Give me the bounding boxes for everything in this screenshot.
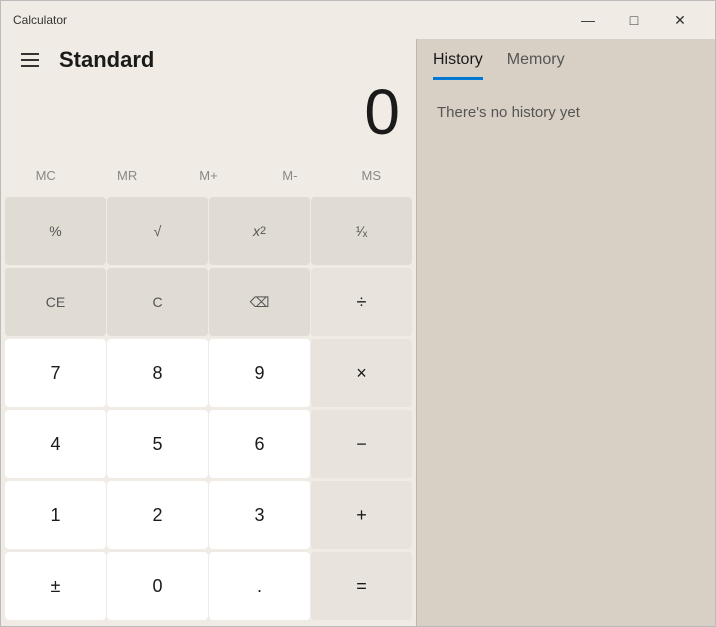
square-button[interactable]: x2 [209,197,310,265]
three-button[interactable]: 3 [209,481,310,549]
minimize-button[interactable]: — [565,1,611,39]
window-title: Calculator [13,13,565,27]
tab-history[interactable]: History [433,51,483,80]
maximize-button[interactable]: □ [611,1,657,39]
five-button[interactable]: 5 [107,410,208,478]
memory-recall-button[interactable]: MR [86,155,167,195]
multiply-button[interactable]: × [311,339,412,407]
calc-title: Standard [59,47,154,73]
title-bar: Calculator — □ ✕ [1,1,715,39]
memory-clear-button[interactable]: MC [5,155,86,195]
zero-button[interactable]: 0 [107,552,208,620]
subtract-button[interactable]: − [311,410,412,478]
window-controls: — □ ✕ [565,1,703,39]
four-button[interactable]: 4 [5,410,106,478]
ce-button[interactable]: CE [5,268,106,336]
eight-button[interactable]: 8 [107,339,208,407]
calc-display: 0 [1,77,416,155]
add-button[interactable]: + [311,481,412,549]
memory-plus-button[interactable]: M+ [168,155,249,195]
calc-header: Standard [1,39,416,77]
right-panel-content: There's no history yet [417,80,715,626]
tab-memory[interactable]: Memory [507,51,565,80]
equals-button[interactable]: = [311,552,412,620]
backspace-button[interactable]: ⌫ [209,268,310,336]
decimal-button[interactable]: . [209,552,310,620]
sqrt-button[interactable]: √ [107,197,208,265]
main-content: Standard 0 MC MR M+ M- MS % √ x2 ¹∕ₓ CE [1,39,715,626]
button-grid: % √ x2 ¹∕ₓ CE C ⌫ ÷ 7 8 9 × 4 5 6 − 1 2 … [1,197,416,626]
display-number: 0 [17,77,400,147]
memory-minus-button[interactable]: M- [249,155,330,195]
hamburger-menu-button[interactable] [17,49,43,71]
memory-row: MC MR M+ M- MS [1,155,416,195]
no-history-message: There's no history yet [437,104,580,121]
close-button[interactable]: ✕ [657,1,703,39]
six-button[interactable]: 6 [209,410,310,478]
one-button[interactable]: 1 [5,481,106,549]
nine-button[interactable]: 9 [209,339,310,407]
tabs: History Memory [417,39,715,80]
memory-store-button[interactable]: MS [331,155,412,195]
divide-button[interactable]: ÷ [311,268,412,336]
seven-button[interactable]: 7 [5,339,106,407]
two-button[interactable]: 2 [107,481,208,549]
reciprocal-button[interactable]: ¹∕ₓ [311,197,412,265]
right-panel: History Memory There's no history yet [417,39,715,626]
clear-button[interactable]: C [107,268,208,336]
calculator-panel: Standard 0 MC MR M+ M- MS % √ x2 ¹∕ₓ CE [1,39,416,626]
percent-button[interactable]: % [5,197,106,265]
negate-button[interactable]: ± [5,552,106,620]
calculator-window: Calculator — □ ✕ Standard 0 MC MR [0,0,716,627]
